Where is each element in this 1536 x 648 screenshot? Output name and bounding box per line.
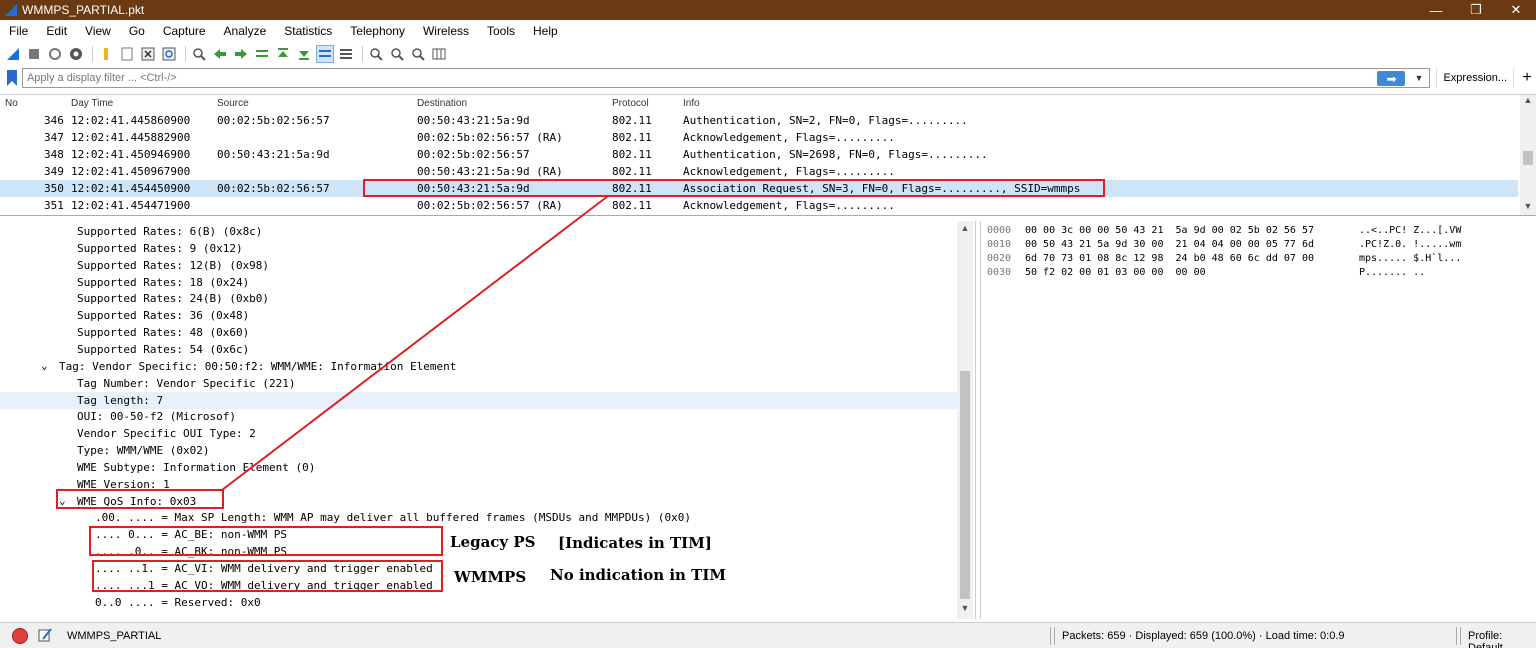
annotation-arrow [221,195,609,491]
legacy-ps-label: Legacy PS [450,533,536,551]
status-divider [1456,627,1457,645]
status-filename: WMMPS_PARTIAL [67,630,162,642]
status-bar: WMMPS_PARTIAL Packets: 659 · Displayed: … [0,622,1536,648]
capture-comment-icon[interactable] [37,627,53,643]
status-divider [1460,627,1461,645]
status-profile[interactable]: Profile: Default [1468,630,1536,648]
legacy-ps-note: [Indicates in TIM] [558,534,712,552]
wmmps-label: WMMPS [454,568,527,586]
status-divider [1050,627,1051,645]
status-divider [1054,627,1055,645]
expert-info-icon[interactable] [12,628,28,644]
status-packet-stats: Packets: 659 · Displayed: 659 (100.0%) ·… [1062,630,1345,642]
wmmps-note: No indication in TIM [550,566,726,584]
